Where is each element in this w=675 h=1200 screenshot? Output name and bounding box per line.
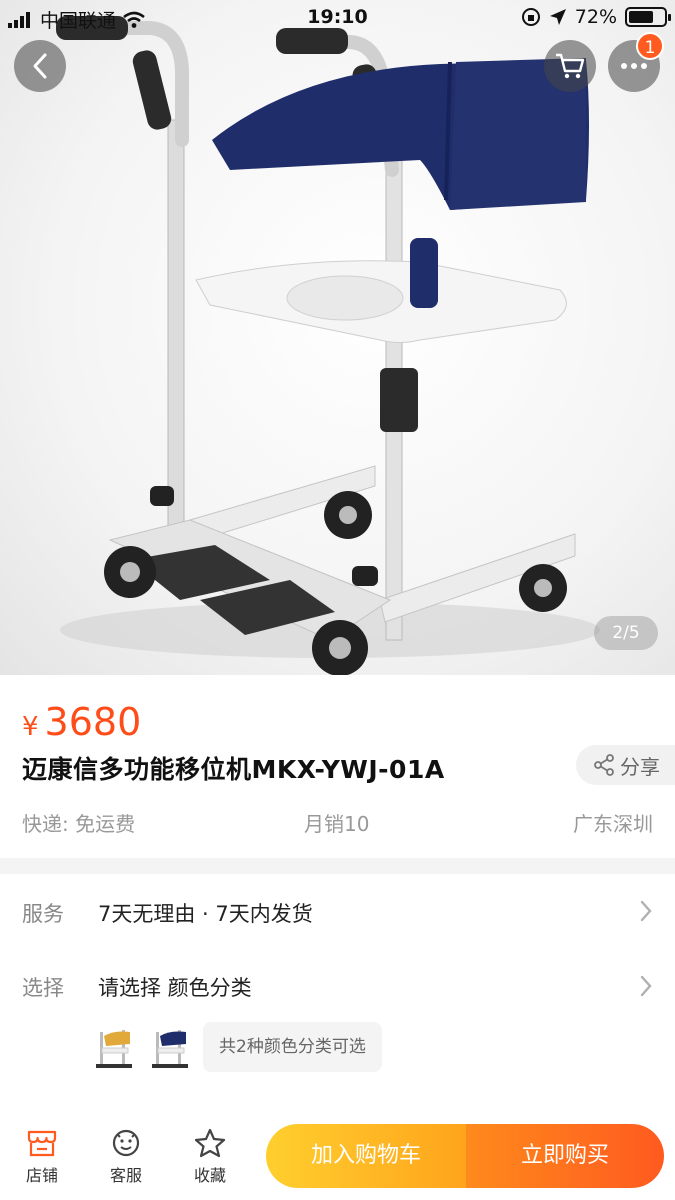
status-right-group: 72%: [521, 6, 671, 28]
chevron-right-icon: [640, 900, 652, 922]
cart-icon: [556, 53, 585, 79]
buy-now-button[interactable]: 立即购买: [466, 1124, 664, 1188]
currency-symbol: ¥: [22, 712, 39, 742]
share-label: 分享: [620, 754, 660, 779]
add-to-cart-button[interactable]: 加入购物车: [266, 1124, 466, 1188]
battery-percent: 72%: [574, 6, 617, 28]
select-value: 请选择 颜色分类: [98, 976, 252, 1000]
chevron-left-icon: [33, 53, 47, 79]
variant-thumb-blue[interactable]: [148, 1026, 192, 1072]
variant-thumb-yellow[interactable]: [92, 1026, 136, 1072]
monthly-sales: 月销10: [304, 812, 370, 836]
bottom-action-bar: 店铺 客服 收藏 加入购物车 立即购买: [0, 1108, 675, 1200]
chevron-right-icon: [640, 975, 652, 997]
variant-count-note: 共2种颜色分类可选: [203, 1022, 382, 1072]
select-label: 选择: [22, 976, 64, 1000]
product-image: [56, 16, 600, 675]
product-price: ¥ 3680: [22, 700, 141, 744]
favorite-button[interactable]: 收藏: [180, 1128, 240, 1186]
shop-label: 店铺: [25, 1166, 58, 1185]
share-icon: [594, 754, 614, 776]
battery-fill: [629, 11, 654, 23]
gallery-page-indicator: 2/5: [594, 616, 658, 650]
back-button[interactable]: [14, 40, 66, 92]
status-bar: 中国联通 19:10 72%: [0, 0, 675, 36]
price-value: 3680: [44, 700, 142, 744]
service-label: 服务: [22, 902, 64, 926]
battery-icon: [625, 7, 671, 27]
star-icon: [194, 1128, 226, 1158]
customer-service-button[interactable]: 客服: [96, 1128, 156, 1186]
product-gallery[interactable]: [0, 0, 675, 675]
product-title: 迈康信多功能移位机MKX-YWJ-01A: [22, 755, 445, 784]
service-value: 7天无理由 · 7天内发货: [98, 902, 313, 926]
shop-icon: [27, 1130, 57, 1157]
rotation-lock-icon: [521, 8, 540, 26]
notification-badge: 1: [636, 32, 664, 60]
ship-location: 广东深圳: [573, 812, 653, 836]
cart-button[interactable]: [544, 40, 596, 92]
section-divider: [0, 858, 675, 874]
customer-service-label: 客服: [109, 1166, 142, 1185]
shipping-info: 快递: 免运费: [22, 812, 136, 836]
shop-button[interactable]: 店铺: [12, 1128, 72, 1186]
share-button[interactable]: 分享: [576, 745, 675, 785]
more-dots-icon: [621, 63, 647, 69]
location-icon: [549, 9, 566, 25]
favorite-label: 收藏: [193, 1166, 226, 1185]
customer-service-icon: [112, 1129, 140, 1157]
